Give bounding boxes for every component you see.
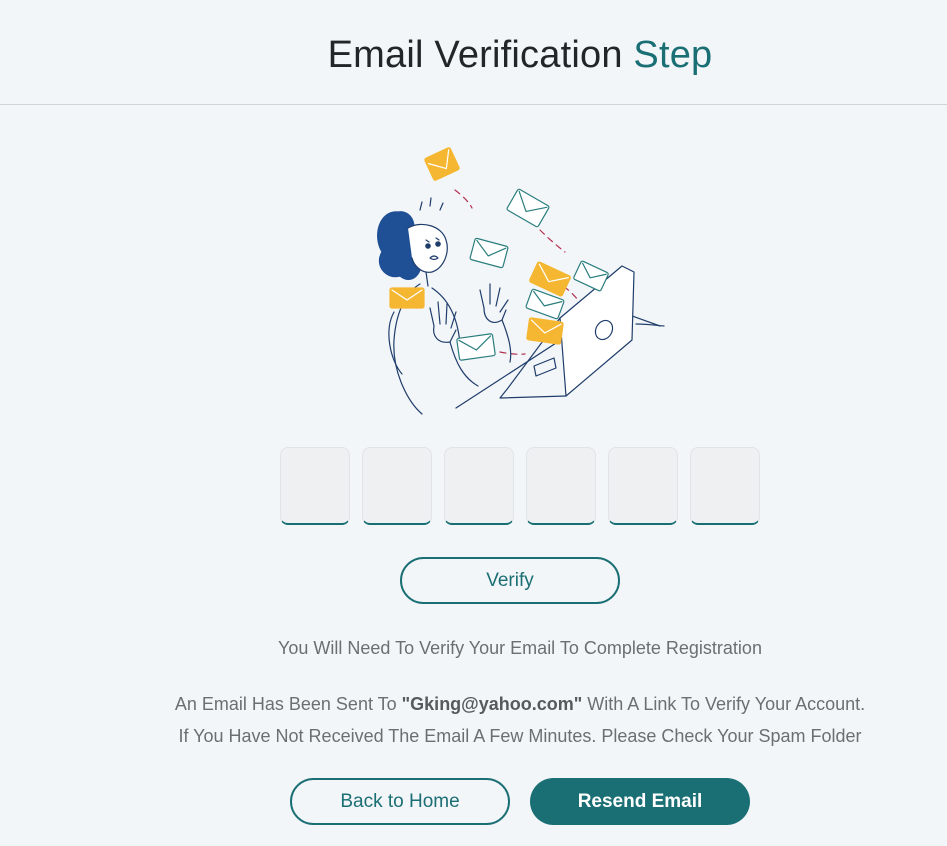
overwhelmed-person-emails-illustration <box>377 147 665 415</box>
page-title: Email Verification Step <box>0 34 947 77</box>
otp-digit-6[interactable] <box>690 447 760 525</box>
otp-digit-2[interactable] <box>362 447 432 525</box>
otp-digit-4[interactable] <box>526 447 596 525</box>
user-email: "Gking@yahoo.com" <box>401 694 583 714</box>
page-title-accent: Step <box>633 34 713 76</box>
email-sent-text: An Email Has Been Sent To "Gking@yahoo.c… <box>0 694 947 715</box>
otp-code-inputs <box>280 447 760 527</box>
verify-instruction-text: You Will Need To Verify Your Email To Co… <box>278 638 762 658</box>
otp-digit-3[interactable] <box>444 447 514 525</box>
resend-email-button[interactable]: Resend Email <box>530 778 750 825</box>
verify-button[interactable]: Verify <box>400 557 620 604</box>
email-sent-suffix: With A Link To Verify Your Account. <box>582 694 866 714</box>
page-title-main: Email Verification <box>327 34 623 76</box>
otp-digit-5[interactable] <box>608 447 678 525</box>
email-sent-prefix: An Email Has Been Sent To <box>174 694 402 714</box>
otp-digit-1[interactable] <box>280 447 350 525</box>
spam-folder-hint: If You Have Not Received The Email A Few… <box>178 726 862 746</box>
back-to-home-button[interactable]: Back to Home <box>290 778 510 825</box>
page-header: Email Verification Step <box>0 0 947 105</box>
